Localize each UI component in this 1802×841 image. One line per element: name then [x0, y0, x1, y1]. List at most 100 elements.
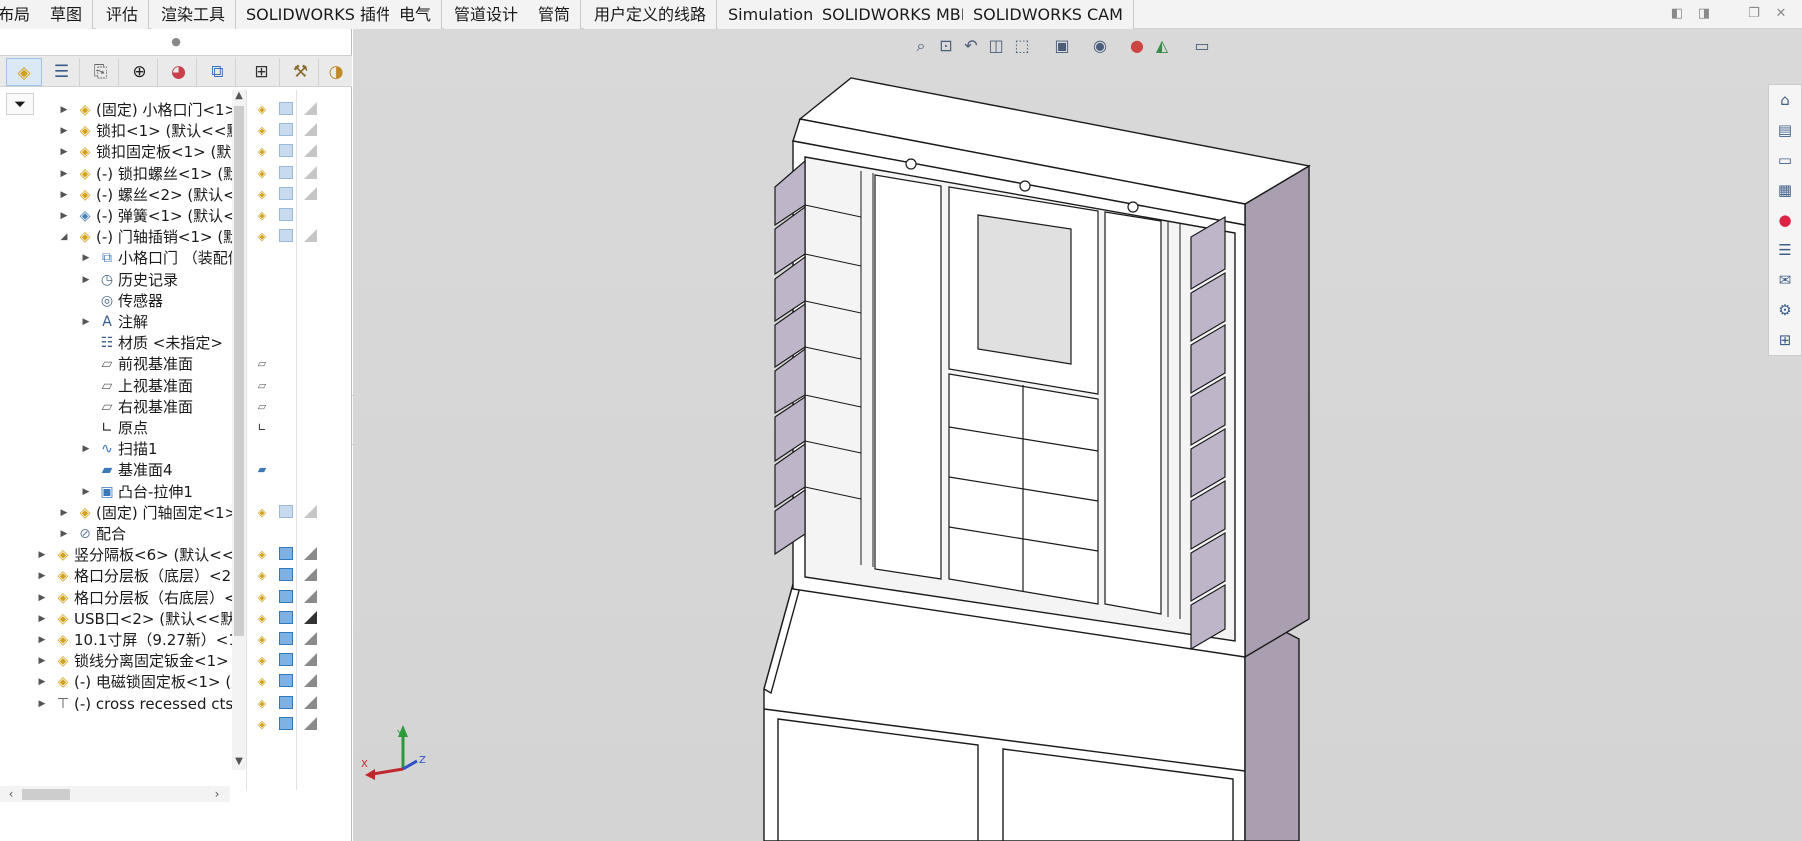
scroll-thumb[interactable]	[234, 106, 244, 636]
cabinet-model[interactable]: Y X Z	[353, 29, 1802, 841]
tab-sketch[interactable]: 草图	[40, 0, 94, 29]
display-state-icon[interactable]	[278, 208, 294, 224]
tab-evaluate[interactable]: 评估	[96, 0, 150, 29]
component-status-icon[interactable]: ◈	[254, 568, 270, 584]
view-palette-icon[interactable]: ▦	[1774, 179, 1796, 201]
part-library-icon[interactable]: ▤	[1774, 119, 1796, 141]
cam-tools-tree-tab-icon[interactable]: ⚒	[283, 58, 319, 86]
component-status-icon[interactable]: ◈	[254, 696, 270, 712]
display-state-icon[interactable]	[278, 589, 294, 606]
display-state-icon[interactable]	[278, 547, 294, 563]
display-state-icon[interactable]	[278, 123, 294, 139]
display-state-icon[interactable]	[278, 229, 294, 245]
appearance-tab-icon[interactable]: ◑	[322, 58, 350, 86]
component-status-icon[interactable]: ◈	[254, 632, 270, 648]
tab-render-tools[interactable]: 渲染工具	[151, 0, 237, 29]
display-state-icon[interactable]	[278, 186, 294, 203]
tree-vertical-scrollbar[interactable]: ▲ ▼	[232, 90, 246, 770]
component-status-icon[interactable]: ◈	[254, 653, 270, 669]
custom-properties-icon[interactable]: ☰	[1774, 239, 1796, 261]
visibility-state-icon[interactable]	[302, 547, 318, 563]
visibility-state-icon[interactable]	[302, 123, 318, 139]
scroll-down-arrow-icon[interactable]: ▼	[232, 756, 246, 770]
component-status-icon[interactable]: ◈	[254, 611, 270, 627]
component-status-icon[interactable]: ◈	[254, 208, 270, 224]
component-status-icon[interactable]: ◈	[254, 144, 270, 160]
display-state-icon[interactable]	[278, 653, 294, 669]
visibility-state-icon[interactable]	[302, 674, 318, 690]
display-state-icon[interactable]	[278, 568, 294, 584]
appearances-icon[interactable]: ●	[1774, 209, 1796, 231]
tile-left-icon[interactable]: ◧	[1668, 6, 1686, 22]
tab-piping[interactable]: 管道设计	[444, 0, 530, 29]
display-state-icon[interactable]	[278, 632, 294, 648]
scroll-up-arrow-icon[interactable]: ▲	[232, 90, 246, 104]
visibility-state-icon[interactable]	[302, 165, 318, 182]
solidworks-resources-icon[interactable]: ⊞	[1774, 329, 1796, 351]
tab-tubing[interactable]: 管筒	[528, 0, 582, 29]
plane-icon[interactable]: ▰	[254, 462, 270, 478]
component-status-icon[interactable]: ◈	[254, 505, 270, 521]
component-status-icon[interactable]: ◈	[254, 547, 270, 563]
display-state-icon[interactable]	[278, 695, 294, 712]
display-state-icon[interactable]	[278, 102, 294, 118]
component-status-icon[interactable]: ◈	[254, 187, 270, 203]
cam-feature-tree-tab-icon[interactable]: ⧉	[200, 58, 236, 86]
tab-user-defined-routing[interactable]: 用户定义的线路	[584, 0, 718, 29]
display-state-icon[interactable]	[278, 165, 294, 182]
tab-solidworks-addins[interactable]: SOLIDWORKS 插件	[236, 0, 403, 29]
cam-tools-icon[interactable]: ⚙	[1774, 299, 1796, 321]
file-explorer-icon[interactable]: ▭	[1774, 149, 1796, 171]
home-icon[interactable]: ⌂	[1774, 89, 1796, 111]
display-manager-tab-icon[interactable]: ◕	[161, 58, 197, 86]
display-state-icon[interactable]	[278, 716, 294, 733]
visibility-state-icon[interactable]	[302, 504, 318, 521]
visibility-state-icon[interactable]	[302, 653, 318, 669]
component-status-icon[interactable]: ◈	[254, 674, 270, 690]
visibility-state-icon[interactable]	[302, 589, 318, 606]
scroll-left-arrow-icon[interactable]: ‹	[4, 786, 18, 802]
visibility-state-icon[interactable]	[302, 695, 318, 712]
visibility-state-icon[interactable]	[302, 144, 318, 160]
tree-item[interactable]: ◈	[0, 713, 352, 737]
feature-manager-tab-icon[interactable]: ◈	[6, 58, 42, 86]
forum-icon[interactable]: ✉	[1774, 269, 1796, 291]
plane-icon[interactable]: ▱	[254, 378, 270, 394]
origin-icon[interactable]: ∟	[254, 420, 270, 436]
display-state-icon[interactable]	[278, 144, 294, 160]
component-status-icon[interactable]: ◈	[254, 590, 270, 606]
graphics-area[interactable]: ⌕ ⊡ ↶ ◫ ⬚ ▣ ◉ ● ◭ ▭ Y X Z	[353, 29, 1802, 841]
scroll-right-arrow-icon[interactable]: ›	[210, 786, 224, 802]
component-status-icon[interactable]: ◈	[254, 102, 270, 118]
tree-horizontal-scrollbar[interactable]: ‹ ›	[0, 786, 230, 802]
component-status-icon[interactable]: ◈	[254, 166, 270, 182]
visibility-state-icon[interactable]	[302, 716, 318, 733]
component-status-icon[interactable]: ◈	[254, 123, 270, 139]
visibility-state-icon[interactable]	[302, 632, 318, 648]
close-window-icon[interactable]: ✕	[1772, 6, 1790, 22]
tab-layout[interactable]: 布局	[0, 0, 42, 29]
tab-solidworks-cam[interactable]: SOLIDWORKS CAM	[963, 0, 1134, 29]
tab-simulation[interactable]: Simulation	[718, 0, 825, 29]
visibility-state-icon[interactable]	[302, 186, 318, 203]
visibility-state-icon[interactable]	[302, 102, 318, 118]
plane-icon[interactable]: ▱	[254, 399, 270, 415]
dimxpert-manager-tab-icon[interactable]: ⊕	[122, 58, 158, 86]
display-state-icon[interactable]	[278, 504, 294, 521]
tab-electrical[interactable]: 电气	[389, 0, 443, 29]
scroll-thumb[interactable]	[22, 789, 70, 800]
restore-window-icon[interactable]: ❐	[1745, 6, 1763, 22]
panel-grip[interactable]: ●	[0, 29, 352, 55]
visibility-state-icon[interactable]	[302, 229, 318, 245]
component-status-icon[interactable]: ◈	[254, 229, 270, 245]
configuration-manager-tab-icon[interactable]: ⎘	[83, 58, 119, 86]
cam-operation-tree-tab-icon[interactable]: ⊞	[244, 58, 280, 86]
visibility-state-icon[interactable]	[302, 568, 318, 584]
tile-right-icon[interactable]: ◨	[1695, 6, 1713, 22]
property-manager-tab-icon[interactable]: ☰	[44, 58, 80, 86]
component-status-icon[interactable]: ◈	[254, 717, 270, 733]
display-state-icon[interactable]	[278, 674, 294, 690]
tab-solidworks-mbd[interactable]: SOLIDWORKS MBD	[812, 0, 985, 29]
visibility-state-icon[interactable]	[302, 610, 318, 627]
plane-icon[interactable]: ▱	[254, 356, 270, 372]
